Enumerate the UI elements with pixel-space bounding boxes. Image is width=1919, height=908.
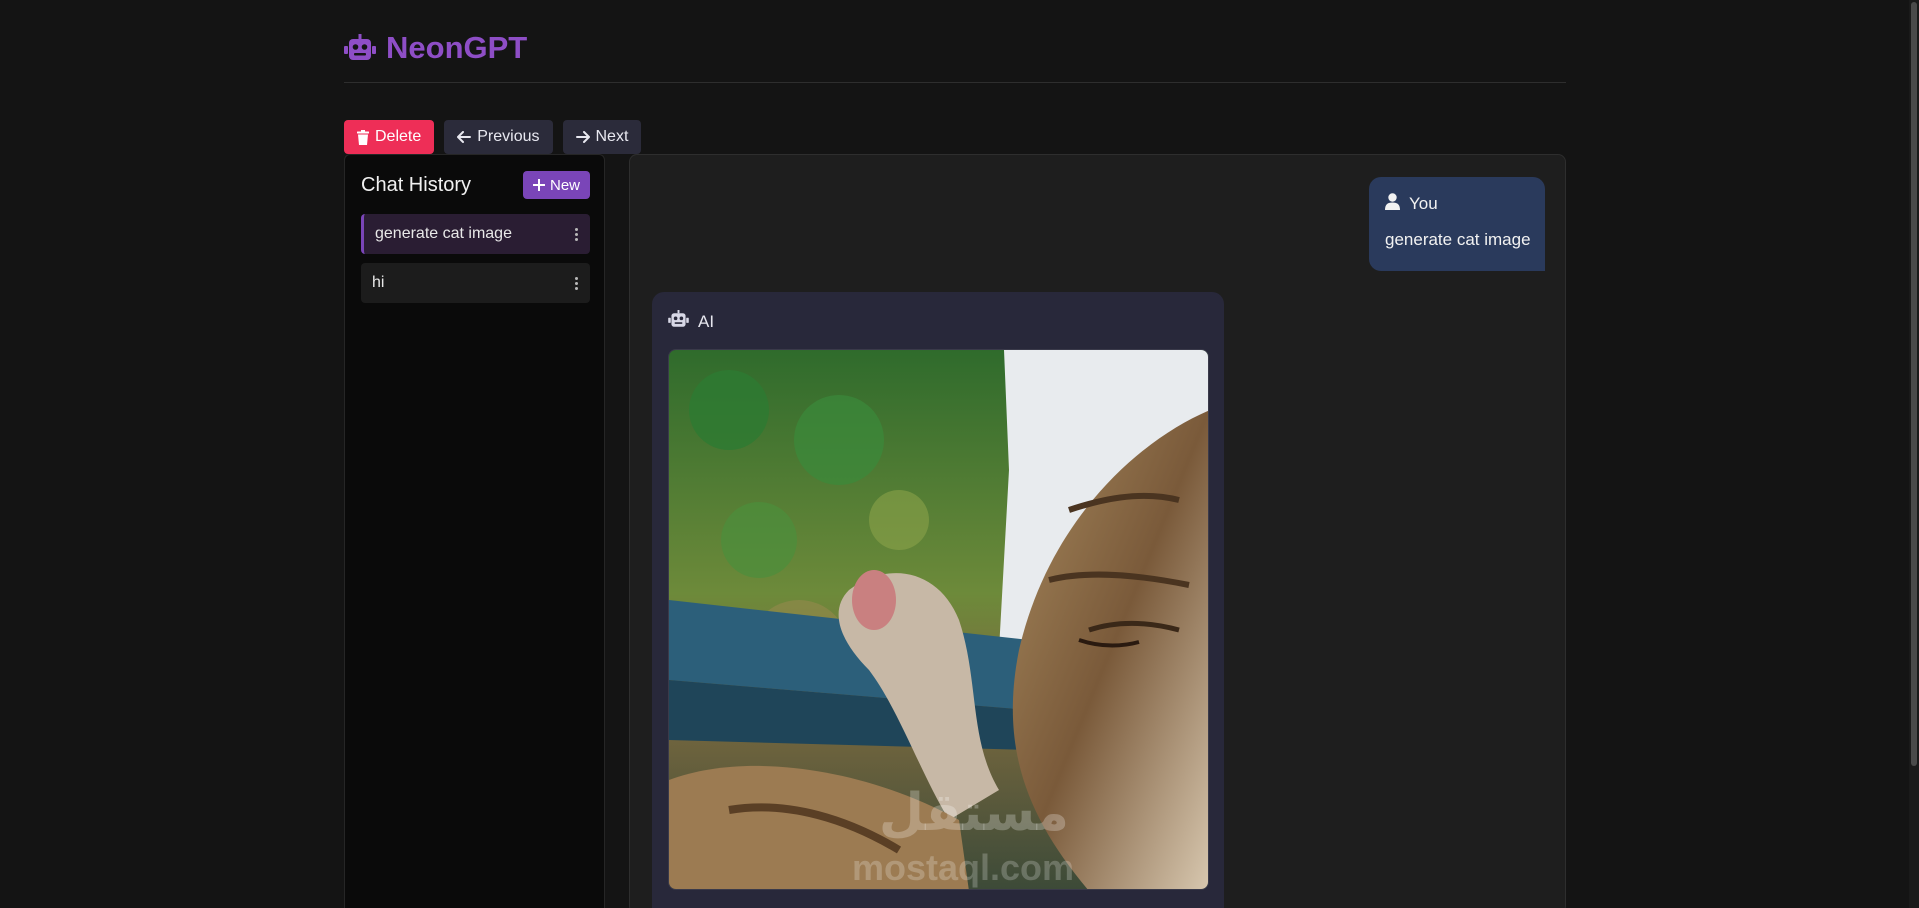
new-chat-button[interactable]: New	[522, 171, 590, 199]
next-button[interactable]: Next	[562, 120, 642, 154]
chat-history-sidebar: Chat History New generate cat image hi	[344, 154, 605, 908]
kebab-icon[interactable]	[573, 224, 580, 245]
delete-button[interactable]: Delete	[344, 120, 435, 154]
brand-name: NeonGPT	[386, 30, 528, 65]
chat-panel: You generate cat image AI مستقل mostaql.…	[629, 154, 1566, 908]
history-item-label: generate cat image	[375, 225, 512, 242]
robot-icon	[344, 34, 376, 62]
user-icon	[1385, 193, 1400, 215]
ai-role-label: AI	[698, 311, 715, 331]
history-item-label: hi	[372, 274, 385, 291]
sidebar-header: Chat History New	[361, 171, 590, 199]
ai-message-header: AI	[668, 310, 1208, 333]
conversation-toolbar: Delete Previous Next	[344, 120, 642, 154]
trash-icon	[357, 129, 369, 145]
ai-message: AI مستقل mostaql.com	[652, 292, 1224, 908]
history-item-hi[interactable]: hi	[361, 263, 590, 303]
history-list: generate cat image hi	[361, 214, 590, 303]
app-root: NeonGPT Delete Previous Next Chat Histor…	[0, 0, 1919, 908]
scrollbar-thumb[interactable]	[1911, 2, 1917, 766]
watermark-arabic: مستقل	[879, 783, 1069, 843]
user-message-text: generate cat image	[1385, 230, 1531, 249]
user-message: You generate cat image	[1369, 177, 1545, 271]
previous-label: Previous	[477, 128, 540, 145]
brand[interactable]: NeonGPT	[344, 26, 527, 70]
delete-label: Delete	[375, 128, 422, 145]
generated-cat-image[interactable]: مستقل mostaql.com	[668, 349, 1209, 890]
history-item-generate-cat-image[interactable]: generate cat image	[361, 214, 590, 254]
page-scrollbar[interactable]	[1909, 0, 1919, 908]
watermark-text: mostaql.com	[852, 847, 1074, 888]
previous-button[interactable]: Previous	[444, 120, 553, 154]
next-label: Next	[595, 128, 629, 145]
user-message-header: You	[1385, 193, 1529, 215]
arrow-left-icon	[457, 131, 472, 143]
kebab-icon[interactable]	[573, 273, 580, 294]
sidebar-title: Chat History	[361, 173, 472, 196]
app-header: NeonGPT	[344, 26, 1566, 83]
user-role-label: You	[1409, 194, 1438, 213]
new-chat-label: New	[549, 176, 580, 194]
arrow-right-icon	[575, 131, 590, 143]
plus-icon	[532, 179, 545, 191]
robot-icon	[668, 310, 689, 333]
